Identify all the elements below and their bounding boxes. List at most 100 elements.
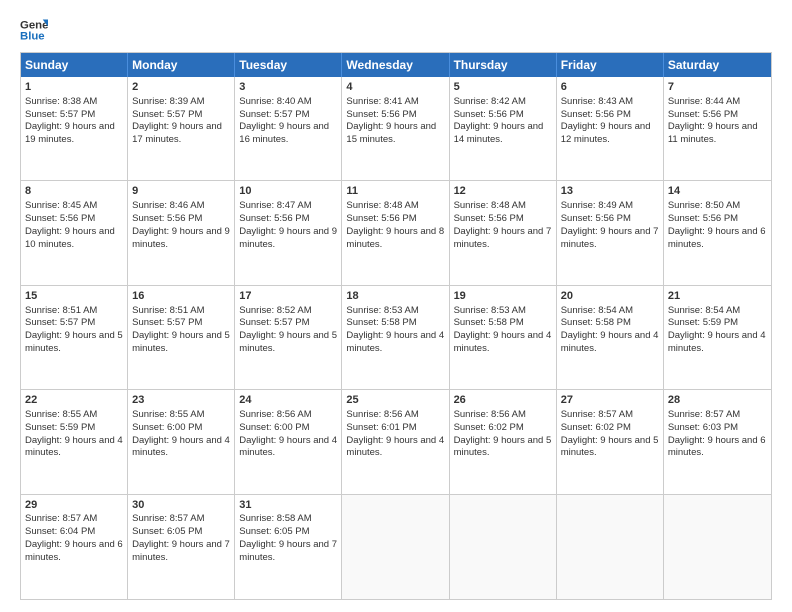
cal-cell: 22Sunrise: 8:55 AM Sunset: 5:59 PM Dayligh…: [21, 390, 128, 493]
daylight: Daylight: 9 hours and 17 minutes.: [132, 121, 222, 145]
svg-text:General: General: [20, 19, 48, 31]
cal-cell: 25Sunrise: 8:56 AMSunset: 6:01 PMDayligh…: [342, 390, 449, 493]
cal-cell: 24Sunrise: 8:56 AMSunset: 6:00 PMDayligh…: [235, 390, 342, 493]
sunset: Sunset: 5:57 PM: [239, 109, 309, 120]
cal-cell: [450, 495, 557, 599]
cal-cell: 1Sunrise: 8:38 AMSunset: 5:57 PMDaylight…: [21, 77, 128, 180]
cal-cell: 17Sunrise: 8:52 AMSunset: 5:57 PMDayligh…: [235, 286, 342, 389]
day-number: 27: [561, 393, 659, 408]
sunset: Sunset: 5:56 PM: [561, 213, 631, 224]
header-cell-saturday: Saturday: [664, 53, 771, 77]
header-cell-wednesday: Wednesday: [342, 53, 449, 77]
day-number: 16: [132, 289, 230, 304]
sunrise: Sunrise: 8:45 AM: [25, 200, 97, 211]
sunrise: Sunrise: 8:55 AM: [132, 409, 204, 420]
week-4: 22Sunrise: 8:55 AMSunset: 5:59 PMDayligh…: [21, 390, 771, 494]
sunset: Sunset: 5:57 PM: [132, 317, 202, 328]
cal-cell: 11Sunrise: 8:48 AMSunset: 5:56 PMDayligh…: [342, 181, 449, 284]
sunrise: Sunrise: 8:50 AM: [668, 200, 740, 211]
daylight: Daylight: 9 hours and 5 minutes.: [132, 330, 230, 354]
day-number: 12: [454, 184, 552, 199]
daylight: Daylight: 9 hours and 7 minutes.: [239, 539, 337, 563]
day-number: 7: [668, 80, 767, 95]
cal-cell: 3Sunrise: 8:40 AMSunset: 5:57 PMDaylight…: [235, 77, 342, 180]
day-number: 5: [454, 80, 552, 95]
cal-cell: 18Sunrise: 8:53 AMSunset: 5:58 PMDayligh…: [342, 286, 449, 389]
sunset: Sunset: 5:59 PM: [25, 422, 95, 433]
sunrise: Sunrise: 8:57 AM: [561, 409, 633, 420]
daylight: Daylight: 9 hours and 4 minutes.: [239, 435, 337, 459]
sunset: Sunset: 5:56 PM: [561, 109, 631, 120]
day-number: 31: [239, 498, 337, 513]
day-number: 20: [561, 289, 659, 304]
calendar: SundayMondayTuesdayWednesdayThursdayFrid…: [20, 52, 772, 600]
daylight: Daylight: 9 hours and 4 minutes.: [25, 435, 123, 459]
sunset: Sunset: 5:56 PM: [668, 213, 738, 224]
sunrise: Sunrise: 8:56 AM: [239, 409, 311, 420]
daylight: Daylight: 9 hours and 7 minutes.: [454, 226, 552, 250]
sunrise: Sunrise: 8:48 AM: [454, 200, 526, 211]
day-number: 18: [346, 289, 444, 304]
sunrise: Sunrise: 8:48 AM: [346, 200, 418, 211]
day-number: 30: [132, 498, 230, 513]
daylight: Daylight: 9 hours and 6 minutes.: [668, 435, 766, 459]
sunrise: Sunrise: 8:58 AM: [239, 513, 311, 524]
daylight: Daylight: 9 hours and 8 minutes.: [346, 226, 444, 250]
sunrise: Sunrise: 8:44 AM: [668, 96, 740, 107]
cal-cell: [342, 495, 449, 599]
sunset: Sunset: 5:56 PM: [668, 109, 738, 120]
day-number: 15: [25, 289, 123, 304]
daylight: Daylight: 9 hours and 7 minutes.: [561, 226, 659, 250]
daylight: Daylight: 9 hours and 4 minutes.: [454, 330, 552, 354]
sunrise: Sunrise: 8:57 AM: [25, 513, 97, 524]
sunset: Sunset: 5:58 PM: [454, 317, 524, 328]
daylight: Daylight: 9 hours and 4 minutes.: [561, 330, 659, 354]
daylight: Daylight: 9 hours and 9 minutes.: [239, 226, 337, 250]
sunrise: Sunrise: 8:51 AM: [132, 305, 204, 316]
header-cell-tuesday: Tuesday: [235, 53, 342, 77]
cal-cell: [664, 495, 771, 599]
cal-cell: 19Sunrise: 8:53 AMSunset: 5:58 PMDayligh…: [450, 286, 557, 389]
daylight: Daylight: 9 hours and 16 minutes.: [239, 121, 329, 145]
week-3: 15Sunrise: 8:51 AMSunset: 5:57 PMDayligh…: [21, 286, 771, 390]
day-number: 6: [561, 80, 659, 95]
sunrise: Sunrise: 8:53 AM: [454, 305, 526, 316]
sunrise: Sunrise: 8:56 AM: [454, 409, 526, 420]
sunrise: Sunrise: 8:55 AM: [25, 409, 97, 420]
daylight: Daylight: 9 hours and 4 minutes.: [346, 435, 444, 459]
day-number: 22: [25, 393, 123, 408]
sunrise: Sunrise: 8:41 AM: [346, 96, 418, 107]
cal-cell: 9Sunrise: 8:46 AMSunset: 5:56 PMDaylight…: [128, 181, 235, 284]
calendar-header: SundayMondayTuesdayWednesdayThursdayFrid…: [21, 53, 771, 77]
sunset: Sunset: 5:56 PM: [132, 213, 202, 224]
sunset: Sunset: 5:57 PM: [25, 109, 95, 120]
sunset: Sunset: 6:01 PM: [346, 422, 416, 433]
daylight: Daylight: 9 hours and 6 minutes.: [25, 539, 123, 563]
calendar-body: 1Sunrise: 8:38 AMSunset: 5:57 PMDaylight…: [21, 77, 771, 599]
sunset: Sunset: 5:58 PM: [346, 317, 416, 328]
sunrise: Sunrise: 8:54 AM: [561, 305, 633, 316]
cal-cell: 12Sunrise: 8:48 AMSunset: 5:56 PMDayligh…: [450, 181, 557, 284]
sunset: Sunset: 5:56 PM: [454, 109, 524, 120]
cal-cell: 5Sunrise: 8:42 AMSunset: 5:56 PMDaylight…: [450, 77, 557, 180]
day-number: 4: [346, 80, 444, 95]
sunrise: Sunrise: 8:53 AM: [346, 305, 418, 316]
day-number: 11: [346, 184, 444, 199]
week-2: 8Sunrise: 8:45 AMSunset: 5:56 PMDaylight…: [21, 181, 771, 285]
sunset: Sunset: 6:03 PM: [668, 422, 738, 433]
cal-cell: 15Sunrise: 8:51 AMSunset: 5:57 PMDayligh…: [21, 286, 128, 389]
sunrise: Sunrise: 8:46 AM: [132, 200, 204, 211]
sunset: Sunset: 5:56 PM: [239, 213, 309, 224]
daylight: Daylight: 9 hours and 14 minutes.: [454, 121, 544, 145]
sunset: Sunset: 6:00 PM: [239, 422, 309, 433]
daylight: Daylight: 9 hours and 5 minutes.: [454, 435, 552, 459]
sunrise: Sunrise: 8:47 AM: [239, 200, 311, 211]
sunrise: Sunrise: 8:40 AM: [239, 96, 311, 107]
daylight: Daylight: 9 hours and 6 minutes.: [668, 226, 766, 250]
daylight: Daylight: 9 hours and 4 minutes.: [132, 435, 230, 459]
svg-text:Blue: Blue: [20, 31, 45, 43]
sunset: Sunset: 5:58 PM: [561, 317, 631, 328]
cal-cell: 16Sunrise: 8:51 AMSunset: 5:57 PM Dayligh…: [128, 286, 235, 389]
sunset: Sunset: 5:57 PM: [239, 317, 309, 328]
week-1: 1Sunrise: 8:38 AMSunset: 5:57 PMDaylight…: [21, 77, 771, 181]
